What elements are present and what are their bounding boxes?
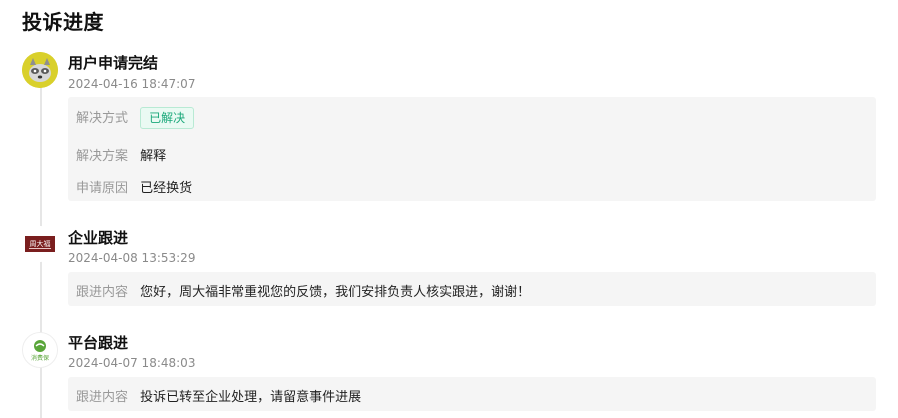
detail-label: 解决方式 (76, 111, 129, 126)
detail-label: 跟进内容 (76, 390, 129, 405)
detail-value: 您好，周大福非常重视您的反馈，我们安排负责人核实跟进，谢谢！ (140, 285, 531, 300)
entry-timestamp: 2024-04-07 18:48:03 (68, 356, 196, 370)
detail-row-content: 跟进内容 投诉已转至企业处理，请留意事件进展 (76, 386, 361, 405)
entry-title: 企业跟进 (68, 229, 129, 247)
company-logo-icon: 周大福 (22, 226, 58, 262)
detail-label: 跟进内容 (76, 285, 129, 300)
entry-title: 用户申请完结 (68, 54, 159, 72)
detail-row-content: 跟进内容 您好，周大福非常重视您的反馈，我们安排负责人核实跟进，谢谢！ (76, 281, 530, 300)
platform-logo-icon: 消费保 (22, 332, 58, 368)
entry-timestamp: 2024-04-16 18:47:07 (68, 77, 196, 91)
entry-timestamp: 2024-04-08 13:53:29 (68, 251, 196, 265)
detail-value: 已经换货 (140, 181, 193, 196)
detail-row-method: 解决方式 已解决 (76, 107, 195, 129)
company-logo-text: 周大福 (30, 239, 51, 248)
raccoon-avatar-icon (22, 52, 58, 88)
detail-row-reason: 申请原因 已经换货 (76, 177, 192, 196)
page-title: 投诉进度 (22, 10, 104, 34)
detail-label: 申请原因 (76, 181, 129, 196)
status-badge: 已解决 (140, 107, 195, 129)
detail-value: 解释 (140, 149, 167, 164)
detail-box: 解决方式 已解决 解决方案 解释 申请原因 已经换货 (68, 97, 876, 201)
detail-value: 投诉已转至企业处理，请留意事件进展 (140, 390, 362, 405)
complaint-progress-page: 投诉进度 用户申请完结 2024-04-16 18:47:07 解决方式 已解决 (0, 0, 898, 418)
detail-box: 跟进内容 投诉已转至企业处理，请留意事件进展 (68, 377, 876, 411)
detail-label: 解决方案 (76, 149, 129, 164)
entry-title: 平台跟进 (68, 334, 129, 352)
platform-logo-text: 消费保 (31, 354, 49, 362)
detail-box: 跟进内容 您好，周大福非常重视您的反馈，我们安排负责人核实跟进，谢谢！ (68, 272, 876, 306)
detail-row-plan: 解决方案 解释 (76, 145, 166, 164)
